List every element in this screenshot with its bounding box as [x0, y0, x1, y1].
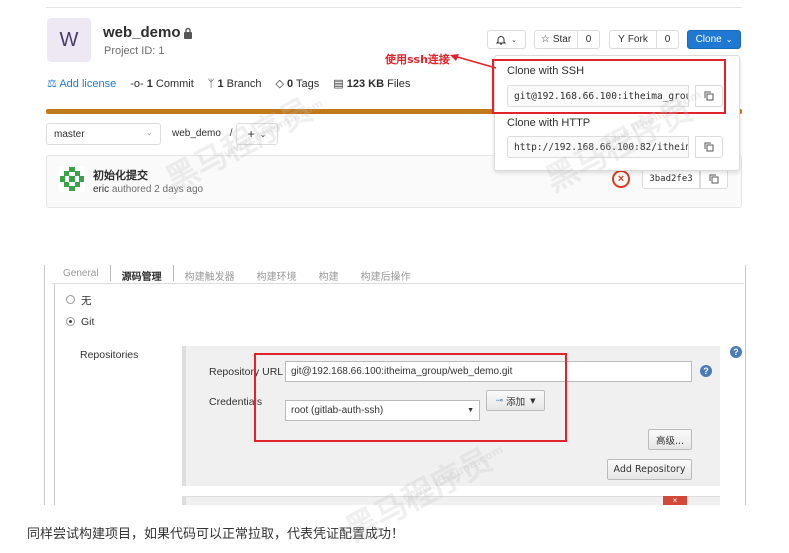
chevron-down-icon: ⌄: [725, 35, 733, 44]
delete-button[interactable]: ×: [663, 496, 687, 505]
repositories-label: Repositories: [80, 349, 139, 361]
clone-label: Clone: [695, 34, 722, 45]
tags-link[interactable]: ◇ 0 Tags: [276, 77, 320, 90]
config-highlight-box: [254, 353, 567, 442]
ssh-highlight-box: [492, 59, 726, 114]
tab-scm[interactable]: 源码管理: [109, 265, 174, 283]
add-license-link[interactable]: ⚖ Add license: [47, 77, 116, 90]
http-url-input[interactable]: http://192.168.66.100:82/itheima_group/w…: [507, 136, 689, 158]
tabs-divider: [52, 283, 744, 284]
scm-git-radio[interactable]: [66, 317, 75, 326]
star-count[interactable]: 0: [578, 30, 600, 49]
annotation-arrow-icon: [450, 54, 497, 69]
notification-button[interactable]: ⌄: [487, 30, 526, 49]
branches-link[interactable]: ᛘ 1 Branch: [208, 78, 262, 90]
project-stats: ⚖ Add license -o- 1 Commit ᛘ 1 Branch ◇ …: [47, 77, 410, 91]
chevron-down-icon: ⌄: [145, 127, 153, 137]
fork-count[interactable]: 0: [657, 30, 679, 49]
star-button[interactable]: ☆ Star: [534, 30, 578, 49]
ssh-annotation: 使用ssh连接: [385, 53, 450, 66]
commit-icon: -o-: [130, 77, 144, 90]
breadcrumb-project[interactable]: web_demo: [172, 128, 221, 139]
file-icon: ▤: [333, 78, 344, 90]
commit-author[interactable]: eric: [93, 184, 109, 195]
commits-link[interactable]: -o- 1 Commit: [130, 78, 194, 90]
tag-icon: ◇: [275, 78, 284, 90]
scm-none-label: 无: [81, 295, 92, 307]
commit-meta: eric authored 2 days ago: [93, 184, 204, 195]
branch-icon: ᛘ: [207, 77, 215, 90]
chevron-down-icon: ⌄: [259, 129, 267, 139]
add-repository-button[interactable]: Add Repository: [607, 459, 692, 480]
files-link[interactable]: ▤ 123 KB Files: [333, 77, 410, 90]
commit-title[interactable]: 初始化提交: [93, 167, 148, 183]
bell-icon: [496, 35, 507, 45]
tab-environment[interactable]: 构建环境: [246, 265, 308, 283]
project-title[interactable]: web_demo: [103, 24, 181, 41]
project-avatar[interactable]: W: [47, 18, 91, 62]
tab-build[interactable]: 构建: [308, 265, 350, 283]
top-divider: [46, 7, 742, 8]
tab-triggers[interactable]: 构建触发器: [174, 265, 246, 283]
add-file-dropdown[interactable]: + ⌄: [236, 123, 278, 145]
tab-post-build[interactable]: 构建后操作: [350, 265, 422, 283]
jenkins-tabs: General 源码管理 构建触发器 构建环境 构建 构建后操作: [52, 265, 422, 283]
star-icon: ☆: [540, 34, 550, 45]
project-id: Project ID: 1: [104, 45, 165, 57]
help-icon[interactable]: ?: [700, 365, 712, 377]
copy-icon: [704, 142, 714, 152]
tab-general[interactable]: General: [52, 265, 110, 281]
http-title: Clone with HTTP: [507, 117, 591, 129]
help-icon[interactable]: ?: [730, 346, 742, 358]
commit-author-avatar[interactable]: [59, 166, 85, 192]
advanced-button[interactable]: 高级...: [648, 429, 692, 450]
fork-label: Fork: [627, 34, 648, 45]
star-label: Star: [552, 34, 572, 45]
commit-sha[interactable]: 3bad2fe3: [642, 169, 700, 189]
copy-sha-button[interactable]: [700, 169, 728, 189]
breadcrumb: web_demo /: [172, 128, 233, 139]
lock-icon: [184, 27, 192, 39]
pipeline-failed-icon[interactable]: ×: [612, 170, 630, 188]
copy-icon: [709, 174, 719, 184]
branch-select[interactable]: master ⌄: [46, 123, 161, 145]
chevron-down-icon: ⌄: [511, 36, 517, 44]
clone-button[interactable]: Clone ⌄: [687, 30, 741, 49]
license-icon: ⚖: [47, 78, 57, 90]
panel-border: [54, 284, 55, 505]
copy-http-button[interactable]: [695, 136, 723, 158]
fork-icon: Y: [618, 34, 625, 45]
next-panel: [182, 496, 720, 505]
fork-button[interactable]: Y Fork: [609, 30, 657, 49]
scm-none-radio[interactable]: [66, 295, 75, 304]
scm-git-label: Git: [81, 316, 95, 328]
caption-text: 同样尝试构建项目，如果代码可以正常拉取，代表凭证配置成功！: [27, 527, 405, 542]
